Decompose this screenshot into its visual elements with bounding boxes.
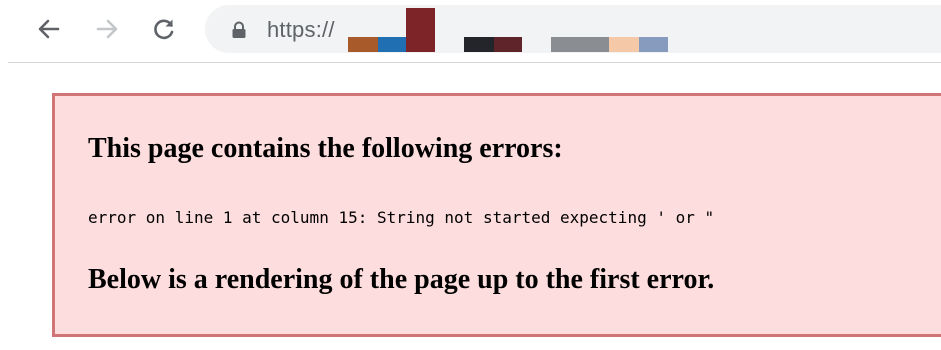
url-redaction-block <box>378 37 406 52</box>
url-text: https:// <box>267 17 335 42</box>
reload-button[interactable] <box>148 13 180 45</box>
url-redaction-block <box>639 37 668 52</box>
url-redaction-block <box>348 37 378 52</box>
reload-icon <box>154 19 174 40</box>
error-below-note: Below is a rendering of the page up to t… <box>88 264 715 295</box>
forward-button[interactable] <box>91 13 123 45</box>
url-redaction-block <box>464 37 494 52</box>
lock-icon <box>232 21 246 38</box>
url-redaction-block <box>406 8 435 52</box>
back-button[interactable] <box>33 13 65 45</box>
browser-toolbar: https:// <box>0 0 941 62</box>
error-title: This page contains the following errors: <box>88 133 563 164</box>
arrow-right-icon <box>96 19 118 39</box>
url-redaction-block <box>551 37 609 52</box>
url-redaction-block <box>609 37 639 52</box>
url-redaction-block <box>494 37 522 52</box>
error-message: error on line 1 at column 15: String not… <box>88 208 715 227</box>
xml-error-box: This page contains the following errors:… <box>52 93 941 337</box>
arrow-left-icon <box>38 19 60 39</box>
toolbar-divider <box>8 62 941 63</box>
